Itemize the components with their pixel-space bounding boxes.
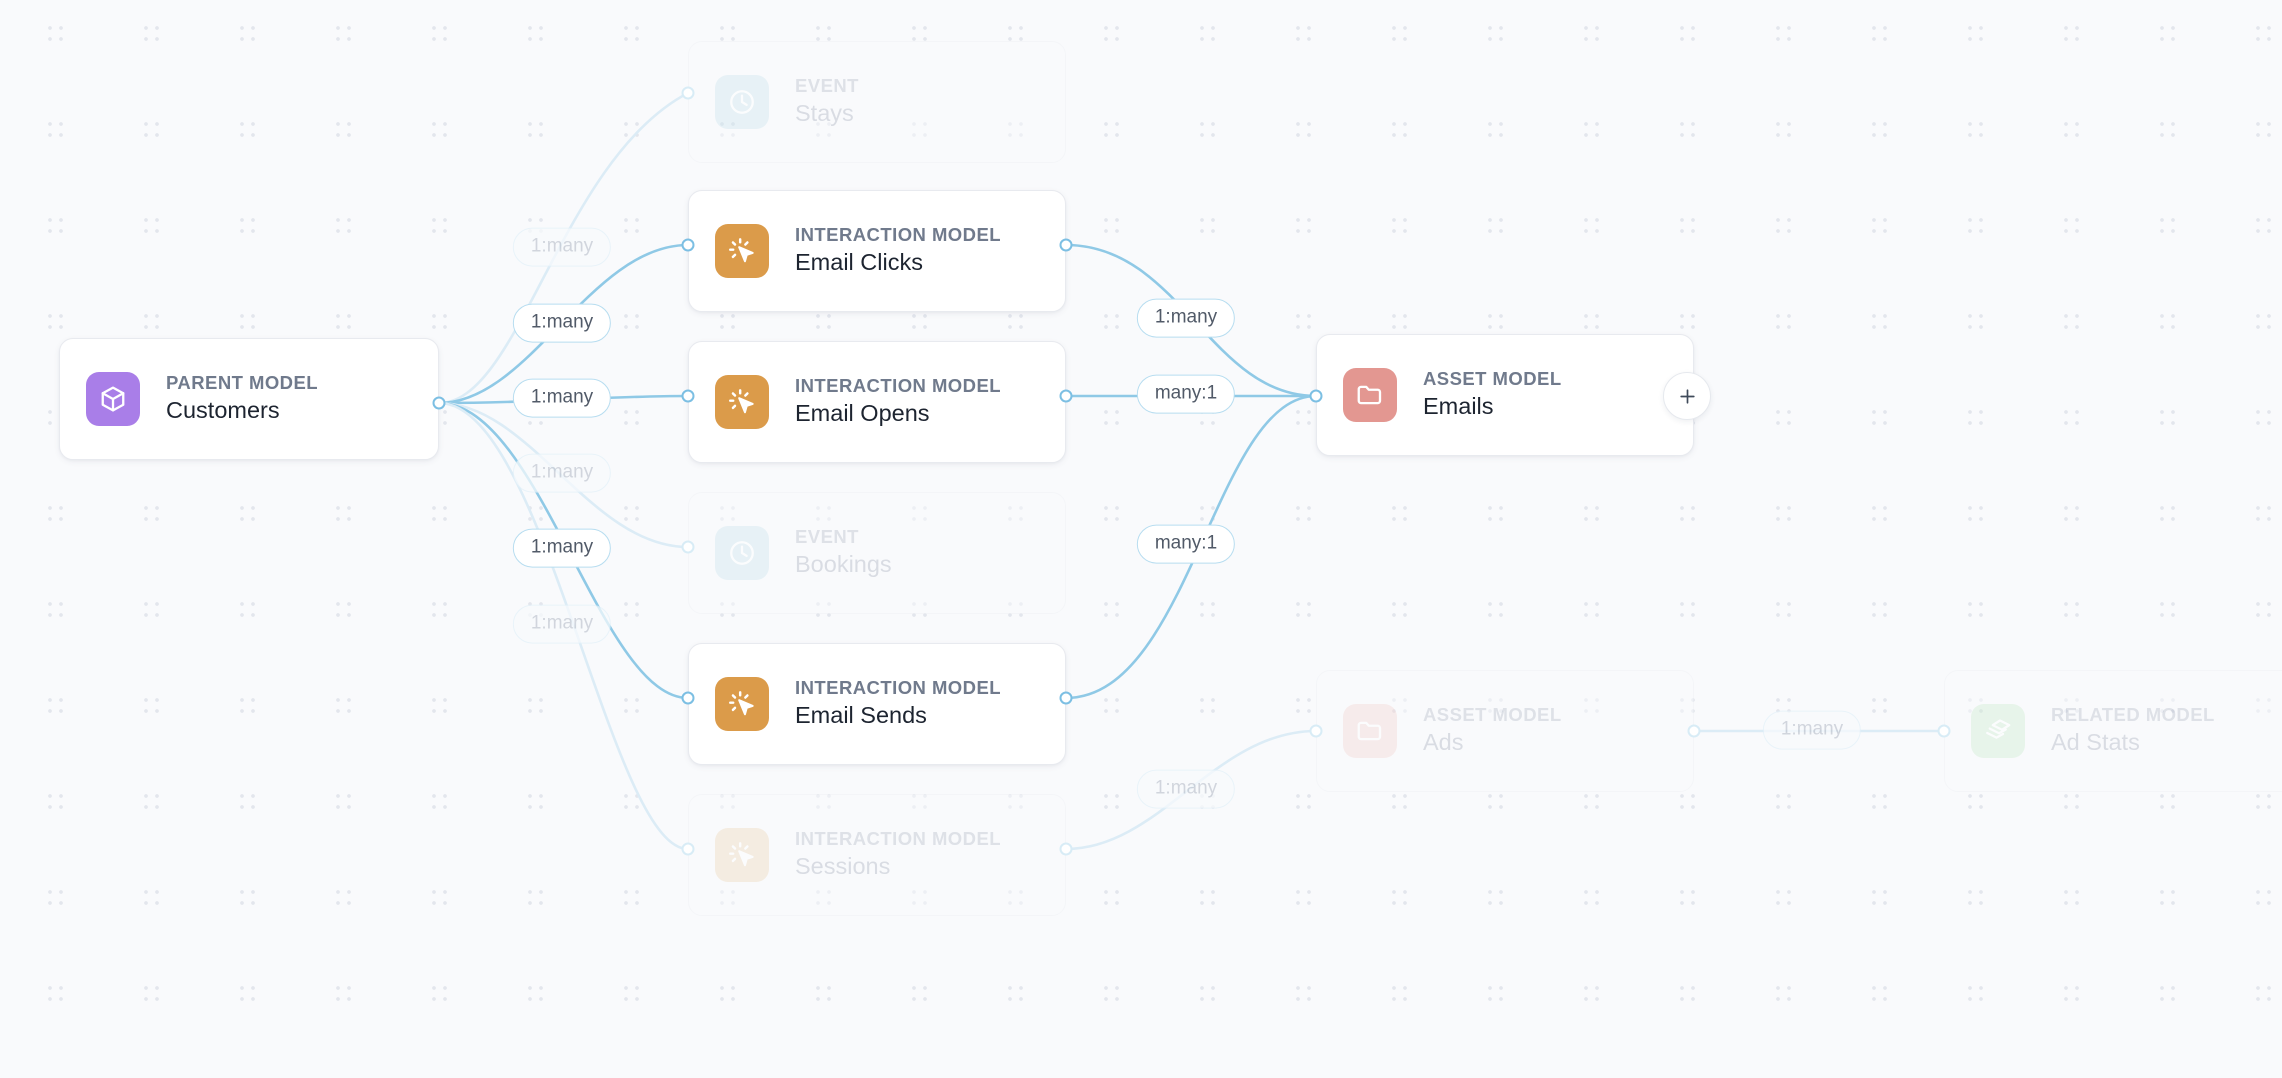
- node-ads[interactable]: ASSET MODEL Ads: [1316, 670, 1694, 792]
- node-label-group: EVENT Bookings: [795, 525, 892, 580]
- clock-icon-badge: [715, 75, 769, 129]
- relationship-pill-opens-emails[interactable]: many:1: [1136, 374, 1236, 414]
- node-name-label: Email Clicks: [795, 249, 923, 276]
- node-kind-label: INTERACTION MODEL: [795, 677, 1002, 699]
- click-icon-badge: [715, 375, 769, 429]
- cube-icon: [101, 386, 125, 412]
- node-kind-label: INTERACTION MODEL: [795, 224, 1002, 246]
- node-email-opens[interactable]: INTERACTION MODEL Email Opens: [688, 341, 1066, 463]
- layers-icon: [1986, 719, 2011, 739]
- node-label-group: RELATED MODEL Ad Stats: [2051, 703, 2215, 758]
- click-icon-badge: [715, 224, 769, 278]
- node-label-group: ASSET MODEL Emails: [1423, 367, 1562, 422]
- port-adstats-in[interactable]: [1937, 724, 1951, 738]
- node-name-label: Customers: [166, 397, 280, 424]
- node-label-group: ASSET MODEL Ads: [1423, 703, 1562, 758]
- node-label-group: INTERACTION MODEL Email Opens: [795, 374, 1001, 429]
- node-kind-label: EVENT: [795, 526, 859, 548]
- relationship-pill-clicks-emails[interactable]: 1:many: [1136, 298, 1236, 338]
- node-customers[interactable]: PARENT MODEL Customers: [59, 338, 439, 460]
- port-sessions-out[interactable]: [1059, 842, 1073, 856]
- relationship-pill-sessions[interactable]: 1:many: [512, 604, 612, 644]
- node-name-label: Bookings: [795, 551, 892, 578]
- port-opens-in[interactable]: [681, 389, 695, 403]
- node-email-clicks[interactable]: INTERACTION MODEL Email Clicks: [688, 190, 1066, 312]
- node-ad-stats[interactable]: RELATED MODEL Ad Stats: [1944, 670, 2282, 792]
- port-clicks-out[interactable]: [1059, 238, 1073, 252]
- node-kind-label: INTERACTION MODEL: [795, 828, 1002, 850]
- relationship-pill-stays[interactable]: 1:many: [512, 227, 612, 267]
- folder-icon-badge: [1343, 704, 1397, 758]
- node-label-group: INTERACTION MODEL Sessions: [795, 827, 1001, 882]
- node-name-label: Email Sends: [795, 702, 927, 729]
- port-clicks-in[interactable]: [681, 238, 695, 252]
- node-kind-label: INTERACTION MODEL: [795, 375, 1002, 397]
- node-emails[interactable]: ASSET MODEL Emails: [1316, 334, 1694, 456]
- port-ads-out[interactable]: [1687, 724, 1701, 738]
- clock-icon: [730, 541, 754, 565]
- folder-icon: [1357, 721, 1382, 741]
- node-kind-label: PARENT MODEL: [166, 372, 319, 394]
- relationship-pill-bookings[interactable]: 1:many: [512, 453, 612, 493]
- relationship-pill-clicks[interactable]: 1:many: [512, 303, 612, 343]
- node-kind-label: ASSET MODEL: [1423, 368, 1562, 390]
- plus-icon: [1679, 388, 1695, 404]
- layers-icon-badge: [1971, 704, 2025, 758]
- node-name-label: Ads: [1423, 729, 1464, 756]
- clock-icon: [730, 90, 754, 114]
- port-sends-out[interactable]: [1059, 691, 1073, 705]
- node-kind-label: RELATED MODEL: [2051, 704, 2215, 726]
- node-name-label: Stays: [795, 100, 854, 127]
- node-sessions[interactable]: INTERACTION MODEL Sessions: [688, 794, 1066, 916]
- port-opens-out[interactable]: [1059, 389, 1073, 403]
- node-label-group: INTERACTION MODEL Email Clicks: [795, 223, 1001, 278]
- add-model-button[interactable]: [1663, 372, 1711, 420]
- node-kind-label: EVENT: [795, 75, 859, 97]
- node-kind-label: ASSET MODEL: [1423, 704, 1562, 726]
- relationship-pill-sessions-ads[interactable]: 1:many: [1136, 769, 1236, 809]
- node-label-group: EVENT Stays: [795, 74, 859, 129]
- cube-icon-badge: [86, 372, 140, 426]
- node-name-label: Emails: [1423, 393, 1494, 420]
- node-name-label: Email Opens: [795, 400, 930, 427]
- relationship-pill-ads-adstats[interactable]: 1:many: [1762, 710, 1862, 750]
- port-customers-out[interactable]: [432, 396, 446, 410]
- folder-icon: [1357, 385, 1382, 405]
- folder-icon-badge: [1343, 368, 1397, 422]
- model-graph-canvas[interactable]: PARENT MODEL Customers EVENT Stays INTERACTI…: [0, 0, 2282, 1078]
- node-bookings[interactable]: EVENT Bookings: [688, 492, 1066, 614]
- port-bookings-in[interactable]: [681, 540, 695, 554]
- node-name-label: Sessions: [795, 853, 891, 880]
- node-label-group: INTERACTION MODEL Email Sends: [795, 676, 1001, 731]
- click-icon: [728, 841, 754, 866]
- port-stays-in[interactable]: [681, 86, 695, 100]
- port-emails-in[interactable]: [1309, 389, 1323, 403]
- clock-icon-badge: [715, 526, 769, 580]
- click-icon: [728, 237, 754, 262]
- port-sessions-in[interactable]: [681, 842, 695, 856]
- relationship-pill-sends-emails[interactable]: many:1: [1136, 524, 1236, 564]
- node-name-label: Ad Stats: [2051, 729, 2140, 756]
- node-email-sends[interactable]: INTERACTION MODEL Email Sends: [688, 643, 1066, 765]
- click-icon-badge: [715, 677, 769, 731]
- click-icon: [728, 388, 754, 413]
- relationship-pill-opens[interactable]: 1:many: [512, 378, 612, 418]
- relationship-pill-sends[interactable]: 1:many: [512, 528, 612, 568]
- node-label-group: PARENT MODEL Customers: [166, 371, 318, 426]
- port-ads-in[interactable]: [1309, 724, 1323, 738]
- click-icon: [728, 690, 754, 715]
- click-icon-badge: [715, 828, 769, 882]
- port-sends-in[interactable]: [681, 691, 695, 705]
- node-stays[interactable]: EVENT Stays: [688, 41, 1066, 163]
